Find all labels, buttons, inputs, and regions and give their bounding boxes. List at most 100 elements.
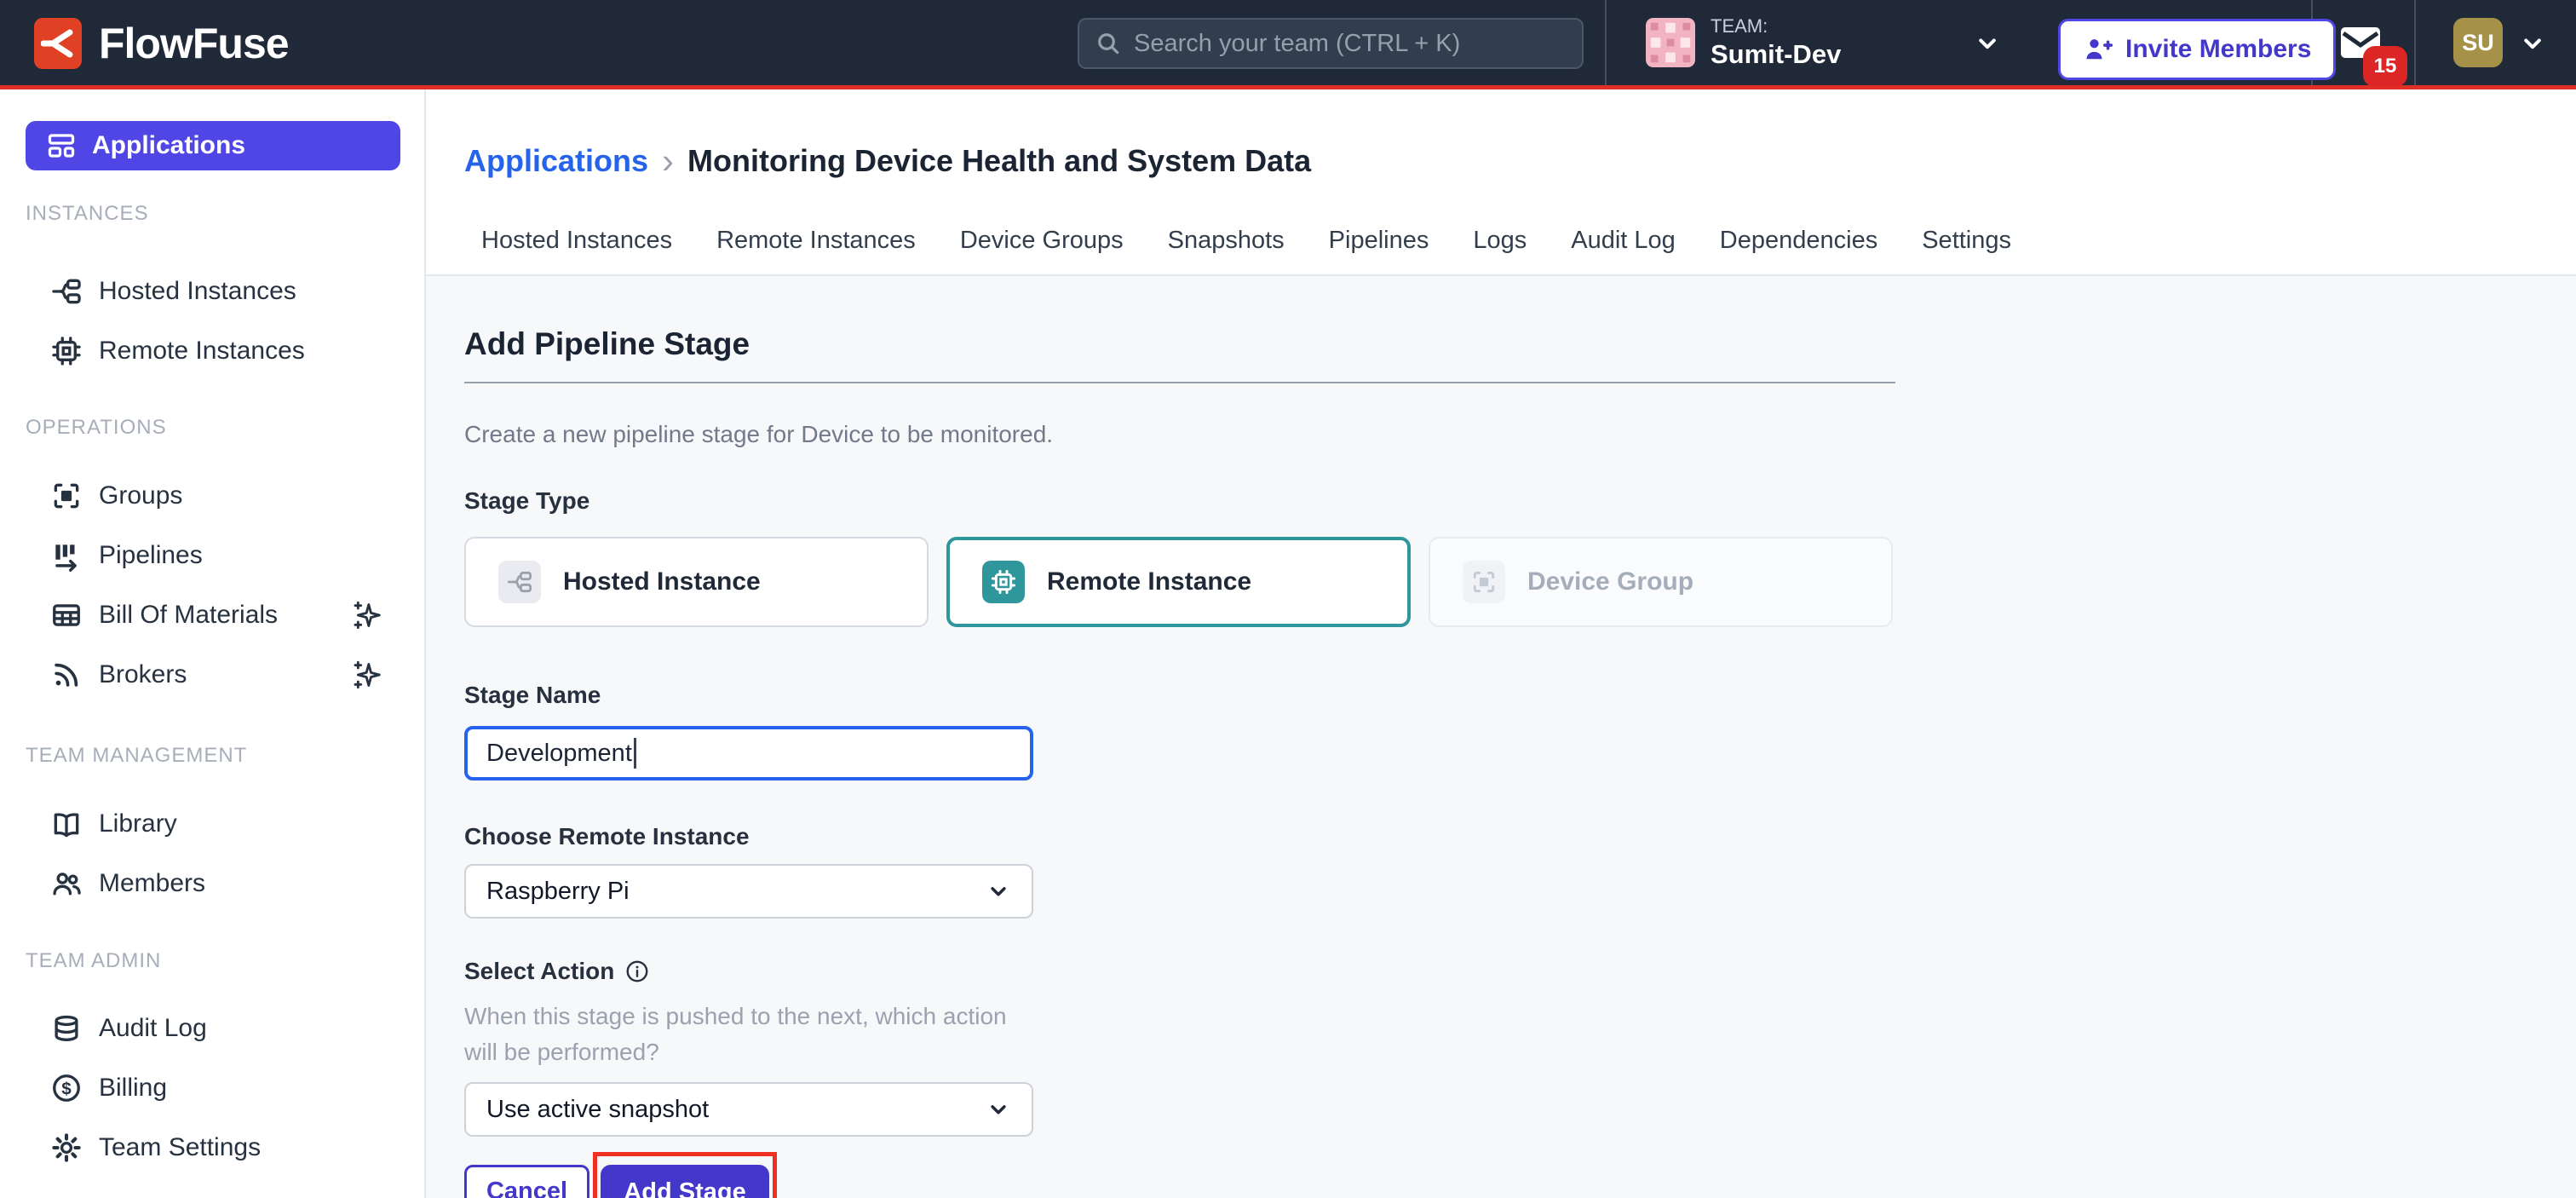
invite-members-label: Invite Members xyxy=(2125,35,2311,64)
remote-instance-label: Choose Remote Instance xyxy=(464,823,2576,850)
action-value: Use active snapshot xyxy=(486,1096,986,1124)
notification-count-badge: 15 xyxy=(2363,46,2407,87)
remote-instance-icon xyxy=(982,561,1025,603)
tab-bar: Hosted Instances Remote Instances Device… xyxy=(464,224,2576,274)
search-input[interactable] xyxy=(1134,30,1567,58)
tab-hosted-instances[interactable]: Hosted Instances xyxy=(481,224,672,256)
sidebar-item-label: Audit Log xyxy=(99,1014,207,1043)
sidebar-item-hosted-instances[interactable]: Hosted Instances xyxy=(0,262,424,321)
sidebar-item-applications[interactable]: Applications xyxy=(26,121,400,170)
brand: FlowFuse xyxy=(34,18,289,69)
hosted-instance-icon xyxy=(498,561,541,603)
search-icon xyxy=(1095,30,1122,57)
invite-members-button[interactable]: Invite Members xyxy=(2058,19,2336,80)
navbar-divider xyxy=(2414,0,2416,85)
sparkles-icon xyxy=(351,658,385,692)
sidebar-item-label: Groups xyxy=(99,481,182,510)
team-chevron-down-icon[interactable] xyxy=(1973,29,2002,58)
main-area: Applications › Monitoring Device Health … xyxy=(426,89,2576,1198)
device-group-icon xyxy=(1463,561,1505,603)
tab-pipelines[interactable]: Pipelines xyxy=(1329,224,1429,256)
sidebar-item-brokers[interactable]: Brokers xyxy=(0,645,424,705)
select-action-description: When this stage is pushed to the next, w… xyxy=(464,999,1031,1070)
content-panel: Add Pipeline Stage Create a new pipeline… xyxy=(426,276,2576,1198)
breadcrumb-applications-link[interactable]: Applications xyxy=(464,143,648,179)
chevron-down-icon xyxy=(986,878,1011,904)
sidebar-section-team-management: TEAM MANAGEMENT xyxy=(26,745,424,767)
navbar-divider xyxy=(1605,0,1607,85)
stage-type-options: Hosted Instance Remote Instance xyxy=(464,537,2576,627)
tab-dependencies[interactable]: Dependencies xyxy=(1720,224,1877,256)
select-action-label: Select Action xyxy=(464,958,2576,985)
sidebar: Applications INSTANCES Hosted Instances xyxy=(0,89,426,1198)
stage-name-input[interactable]: Development xyxy=(464,726,1033,780)
stage-type-option-label: Device Group xyxy=(1527,567,1693,596)
sidebar-item-audit-log[interactable]: Audit Log xyxy=(0,999,424,1058)
sidebar-item-team-settings[interactable]: Team Settings xyxy=(0,1118,424,1178)
billing-icon: $ xyxy=(49,1072,83,1104)
select-action-label-text: Select Action xyxy=(464,958,614,985)
sidebar-item-members[interactable]: Members xyxy=(0,854,424,913)
add-stage-button[interactable]: Add Stage xyxy=(601,1165,769,1198)
sidebar-item-label: Billing xyxy=(99,1074,167,1103)
groups-icon xyxy=(49,480,83,512)
form-actions: Cancel Add Stage xyxy=(464,1152,2576,1198)
annotation-highlight: Add Stage xyxy=(593,1152,777,1198)
gear-icon xyxy=(49,1132,83,1164)
flowfuse-logo-icon xyxy=(34,18,82,69)
tab-logs[interactable]: Logs xyxy=(1473,224,1527,256)
sidebar-item-library[interactable]: Library xyxy=(0,794,424,854)
page-header: Applications › Monitoring Device Health … xyxy=(426,89,2576,276)
chevron-down-icon xyxy=(986,1097,1011,1122)
stage-type-remote-instance[interactable]: Remote Instance xyxy=(946,537,1411,627)
brokers-icon xyxy=(49,659,83,691)
breadcrumb: Applications › Monitoring Device Health … xyxy=(464,142,2576,180)
cancel-button[interactable]: Cancel xyxy=(464,1165,589,1198)
user-chevron-down-icon[interactable] xyxy=(2518,29,2547,58)
tab-device-groups[interactable]: Device Groups xyxy=(960,224,1124,256)
text-cursor xyxy=(634,738,636,769)
remote-instance-select[interactable]: Raspberry Pi xyxy=(464,864,1033,919)
sidebar-section-instances: INSTANCES xyxy=(26,203,424,225)
sidebar-item-pipelines[interactable]: Pipelines xyxy=(0,526,424,585)
sidebar-item-remote-instances[interactable]: Remote Instances xyxy=(0,321,424,381)
stage-type-option-label: Remote Instance xyxy=(1047,567,1251,596)
audit-log-icon xyxy=(49,1012,83,1045)
notifications-button[interactable]: 15 xyxy=(2341,27,2409,89)
sidebar-item-label: Bill Of Materials xyxy=(99,601,278,630)
stage-type-hosted-instance[interactable]: Hosted Instance xyxy=(464,537,929,627)
action-select[interactable]: Use active snapshot xyxy=(464,1082,1033,1137)
hosted-instances-icon xyxy=(49,275,83,308)
section-heading: Add Pipeline Stage xyxy=(464,327,2576,361)
svg-text:$: $ xyxy=(61,1079,72,1098)
stage-name-value: Development xyxy=(486,740,632,768)
form-description: Create a new pipeline stage for Device t… xyxy=(464,421,2576,448)
sidebar-item-bill-of-materials[interactable]: Bill Of Materials xyxy=(0,585,424,645)
tab-audit-log[interactable]: Audit Log xyxy=(1571,224,1676,256)
stage-name-label: Stage Name xyxy=(464,682,2576,709)
remote-instances-icon xyxy=(49,335,83,367)
person-plus-icon xyxy=(2083,34,2113,65)
sidebar-item-billing[interactable]: $ Billing xyxy=(0,1058,424,1118)
brand-name: FlowFuse xyxy=(99,19,289,68)
tab-settings[interactable]: Settings xyxy=(1922,224,2011,256)
team-label: TEAM: xyxy=(1711,15,1841,37)
page-title: Monitoring Device Health and System Data xyxy=(687,143,1311,179)
team-search xyxy=(1078,18,1584,69)
user-avatar[interactable]: SU xyxy=(2453,18,2503,67)
sidebar-item-label: Brokers xyxy=(99,660,187,689)
team-selector[interactable]: TEAM: Sumit-Dev xyxy=(1646,0,1841,85)
sidebar-item-label: Applications xyxy=(92,131,245,160)
sidebar-section-operations: OPERATIONS xyxy=(26,417,424,439)
sidebar-item-label: Pipelines xyxy=(99,541,203,570)
tab-remote-instances[interactable]: Remote Instances xyxy=(716,224,916,256)
team-meta: TEAM: Sumit-Dev xyxy=(1711,15,1841,70)
breadcrumb-separator: › xyxy=(662,146,674,176)
stage-type-option-label: Hosted Instance xyxy=(563,567,761,596)
sidebar-item-label: Remote Instances xyxy=(99,337,305,366)
tab-snapshots[interactable]: Snapshots xyxy=(1168,224,1285,256)
applications-icon xyxy=(46,130,77,161)
sidebar-item-groups[interactable]: Groups xyxy=(0,466,424,526)
sparkles-icon xyxy=(351,598,385,632)
pipelines-icon xyxy=(49,539,83,572)
